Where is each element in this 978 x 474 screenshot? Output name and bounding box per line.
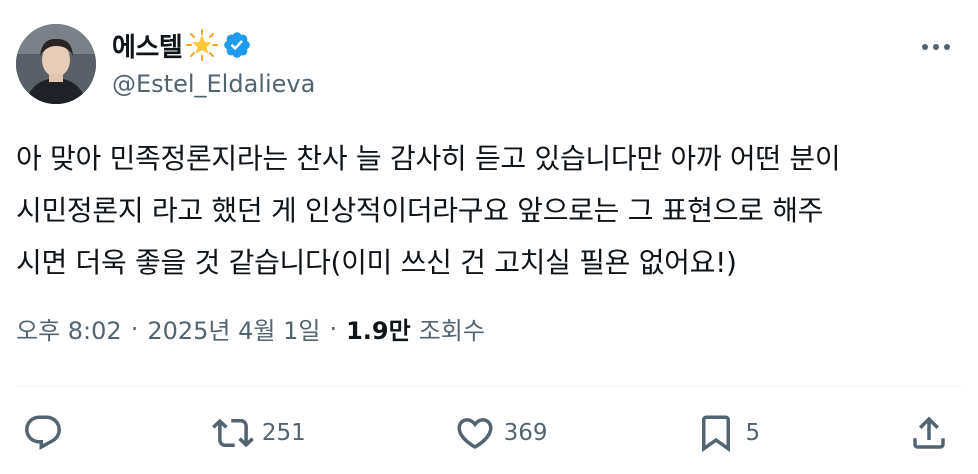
verified-badge-icon[interactable]: [222, 30, 252, 60]
display-name[interactable]: 에스텔: [112, 27, 183, 64]
tweet-text-line: 시민정론지 라고 했던 게 인상적이더라구요 앞으로는 그 표현으로 해주: [16, 194, 824, 227]
bookmark-button[interactable]: 5: [695, 412, 760, 454]
meta-separator: ·: [130, 314, 139, 343]
retweet-icon: [211, 418, 254, 448]
more-options-button[interactable]: [918, 32, 954, 62]
retweet-count: 251: [261, 420, 306, 446]
tweet-time[interactable]: 오후 8:02: [16, 311, 122, 346]
retweet-button[interactable]: 251: [211, 412, 306, 454]
reply-icon: [25, 415, 61, 450]
like-button[interactable]: 369: [454, 412, 548, 454]
tweet-header: 에스텔 @Estel_Eldalieva: [16, 22, 962, 104]
more-dots-icon: [922, 44, 950, 50]
bookmark-count: 5: [745, 420, 761, 446]
like-count: 369: [503, 420, 548, 446]
glowing-star-icon: [186, 29, 219, 61]
views-label: 조회수: [418, 317, 485, 345]
tweet-text: 아 맞아 민족정론지라는 찬사 늘 감사히 듣고 있습니다만 아까 어떤 분이 …: [16, 133, 966, 289]
tweet-date[interactable]: 2025년 4월 1일: [147, 311, 320, 346]
tweet-text-line: 시면 더욱 좋을 것 같습니다(이미 쓰신 건 고치실 필욘 없어요!): [16, 246, 737, 279]
user-info: 에스텔 @Estel_Eldalieva: [112, 26, 315, 98]
reply-button[interactable]: [22, 412, 64, 454]
tweet-meta: 오후 8:02 · 2025년 4월 1일 · 1.9만 조회수: [16, 311, 485, 346]
tweet-text-line: 아 맞아 민족정론지라는 찬사 늘 감사히 듣고 있습니다만 아까 어떤 분이: [16, 142, 841, 175]
meta-separator: ·: [329, 314, 338, 343]
avatar[interactable]: [16, 24, 96, 104]
share-icon: [913, 416, 945, 449]
action-bar: 251 369 5: [22, 408, 950, 458]
heart-icon: [457, 418, 493, 450]
divider: [16, 386, 962, 387]
user-handle[interactable]: @Estel_Eldalieva: [112, 70, 315, 98]
bookmark-icon: [702, 415, 731, 453]
views-count: 1.9만: [346, 317, 411, 345]
share-button[interactable]: [908, 412, 950, 454]
